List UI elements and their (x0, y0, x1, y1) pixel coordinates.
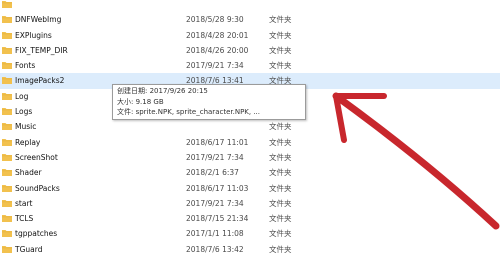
file-row[interactable]: EXPlugins 2018/4/28 20:01 文件夹 (0, 28, 500, 43)
folder-icon (2, 1, 12, 8)
file-row[interactable]: DNFWebImg 2018/5/28 9:30 文件夹 (0, 12, 500, 27)
folder-icon (2, 46, 12, 54)
file-row[interactable]: Shader 2018/2/1 6:37 文件夹 (0, 165, 500, 180)
file-row[interactable]: ScreenShot 2017/9/21 7:34 文件夹 (0, 150, 500, 165)
file-row[interactable]: FIX_TEMP_DIR 2018/4/26 20:00 文件夹 (0, 43, 500, 58)
folder-icon (2, 199, 12, 207)
tooltip-files: 文件: sprite.NPK, sprite_character.NPK, ..… (117, 108, 261, 116)
file-type: 文件夹 (269, 198, 292, 208)
folder-icon (2, 123, 12, 131)
file-name: Shader (15, 168, 42, 178)
file-date: 2018/6/17 11:01 (186, 137, 249, 147)
tooltip-created: 创建日期: 2017/9/26 20:15 (117, 87, 208, 95)
file-row[interactable] (0, 0, 500, 12)
file-name: TCLS (15, 214, 34, 224)
folder-icon (2, 77, 12, 85)
file-date: 2018/4/26 20:00 (186, 45, 249, 55)
file-type: 文件夹 (269, 214, 292, 224)
file-type: 文件夹 (269, 45, 292, 55)
file-date: 2018/4/28 20:01 (186, 30, 249, 40)
file-row[interactable]: Fonts 2017/9/21 7:34 文件夹 (0, 58, 500, 73)
file-date: 2018/6/17 11:03 (186, 183, 249, 193)
folder-icon (2, 138, 12, 146)
file-type: 文件夹 (269, 229, 292, 239)
tooltip-size: 大小: 9.18 GB (117, 97, 164, 106)
file-row[interactable]: Music 文件夹 (0, 119, 500, 134)
file-name: ImagePacks2 (15, 76, 65, 86)
folder-icon (2, 169, 12, 177)
file-list: DNFWebImg 2018/5/28 9:30 文件夹 EXPlugins 2018/… (0, 0, 500, 257)
file-date: 2017/9/21 7:34 (186, 61, 244, 71)
file-name: Logs (15, 107, 33, 117)
file-name: TGuard (15, 244, 43, 254)
file-date: 2017/9/21 7:34 (186, 198, 244, 208)
file-row[interactable]: TGuard 2018/7/6 13:42 文件夹 (0, 242, 500, 257)
file-name: tgppatches (15, 229, 58, 239)
folder-icon (2, 108, 12, 116)
file-type: 文件夹 (269, 152, 292, 162)
folder-icon (2, 215, 12, 223)
file-type: 文件夹 (269, 61, 292, 71)
file-name: FIX_TEMP_DIR (15, 45, 68, 55)
file-name: Music (15, 122, 37, 132)
folder-icon (2, 184, 12, 192)
file-date: 2018/7/6 13:42 (186, 244, 244, 254)
folder-icon (2, 62, 12, 70)
file-date: 2018/2/1 6:37 (186, 168, 239, 178)
file-row[interactable]: start 2017/9/21 7:34 文件夹 (0, 196, 500, 211)
folder-icon (2, 230, 12, 238)
file-type: 文件夹 (269, 137, 292, 147)
file-date: 2018/7/15 21:34 (186, 214, 249, 224)
file-row[interactable]: TCLS 2018/7/15 21:34 文件夹 (0, 211, 500, 226)
file-name: ScreenShot (15, 152, 58, 162)
file-date: 2017/9/21 7:34 (186, 152, 244, 162)
folder-icon (2, 153, 12, 161)
folder-icon (2, 31, 12, 39)
file-name: Replay (15, 137, 41, 147)
file-name: Log (15, 91, 29, 101)
file-date: 2017/1/1 11:08 (186, 229, 244, 239)
file-name: start (15, 198, 33, 208)
file-name: EXPlugins (15, 30, 52, 40)
file-type: 文件夹 (269, 122, 292, 132)
file-type: 文件夹 (269, 30, 292, 40)
folder-icon (2, 16, 12, 24)
folder-icon (2, 92, 12, 100)
file-row[interactable]: Replay 2018/6/17 11:01 文件夹 (0, 135, 500, 150)
file-type: 文件夹 (269, 15, 292, 25)
folder-icon (2, 245, 12, 253)
file-name: SoundPacks (15, 183, 60, 193)
file-type: 文件夹 (269, 168, 292, 178)
file-type: 文件夹 (269, 183, 292, 193)
file-date: 2018/5/28 9:30 (186, 15, 244, 25)
file-name: Fonts (15, 61, 36, 71)
file-tooltip: 创建日期: 2017/9/26 20:15 大小: 9.18 GB 文件: sp… (112, 84, 306, 120)
file-row[interactable]: SoundPacks 2018/6/17 11:03 文件夹 (0, 181, 500, 196)
file-row[interactable]: tgppatches 2017/1/1 11:08 文件夹 (0, 226, 500, 241)
file-type: 文件夹 (269, 244, 292, 254)
file-name: DNFWebImg (15, 15, 62, 25)
